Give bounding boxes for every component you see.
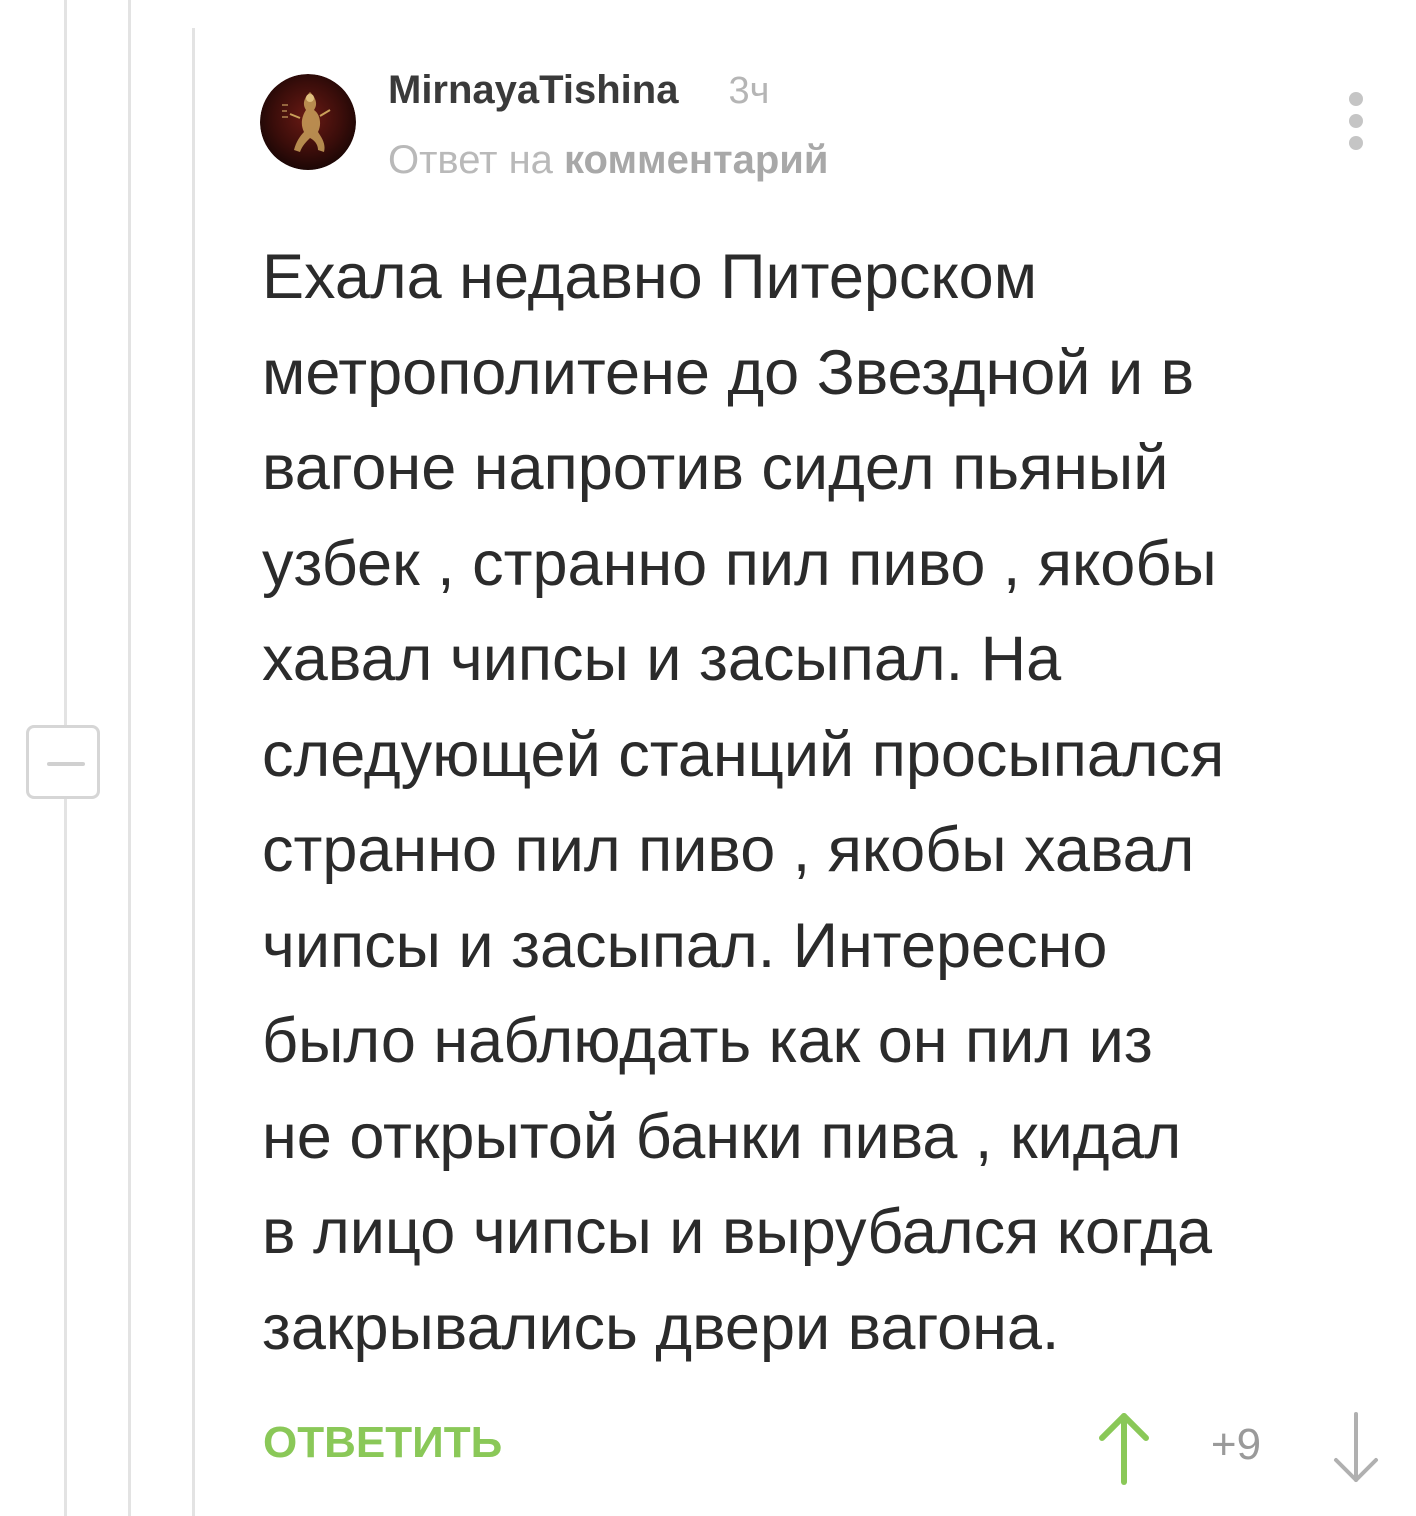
comment-header: MirnayaTishina 3ч Ответ на комментарий bbox=[388, 68, 828, 183]
rating-value: +9 bbox=[1210, 1420, 1262, 1469]
comment-body: Ехала недавно Питерском метрополитене до… bbox=[262, 242, 1225, 1363]
avatar[interactable] bbox=[260, 74, 356, 170]
author-name[interactable]: MirnayaTishina bbox=[388, 68, 678, 113]
reply-target-link[interactable]: комментарий bbox=[564, 138, 828, 182]
reply-button[interactable]: ОТВЕТИТЬ bbox=[263, 1418, 502, 1468]
reply-prefix: Ответ на bbox=[388, 138, 553, 182]
collapse-thread-button[interactable] bbox=[26, 725, 100, 799]
thread-line-3 bbox=[192, 28, 195, 1516]
author-row: MirnayaTishina 3ч bbox=[388, 68, 828, 124]
upvote-button[interactable] bbox=[1096, 1410, 1152, 1486]
minus-icon bbox=[47, 762, 85, 766]
downvote-button[interactable] bbox=[1328, 1410, 1384, 1486]
arrow-up-icon bbox=[1099, 1413, 1149, 1485]
reply-to-line: Ответ на комментарий bbox=[388, 138, 828, 183]
more-vertical-icon[interactable] bbox=[1340, 92, 1372, 156]
arrow-down-icon bbox=[1334, 1412, 1378, 1482]
comment-time: 3ч bbox=[728, 70, 770, 112]
thread-line-2 bbox=[128, 0, 131, 1516]
avatar-image bbox=[260, 74, 356, 170]
